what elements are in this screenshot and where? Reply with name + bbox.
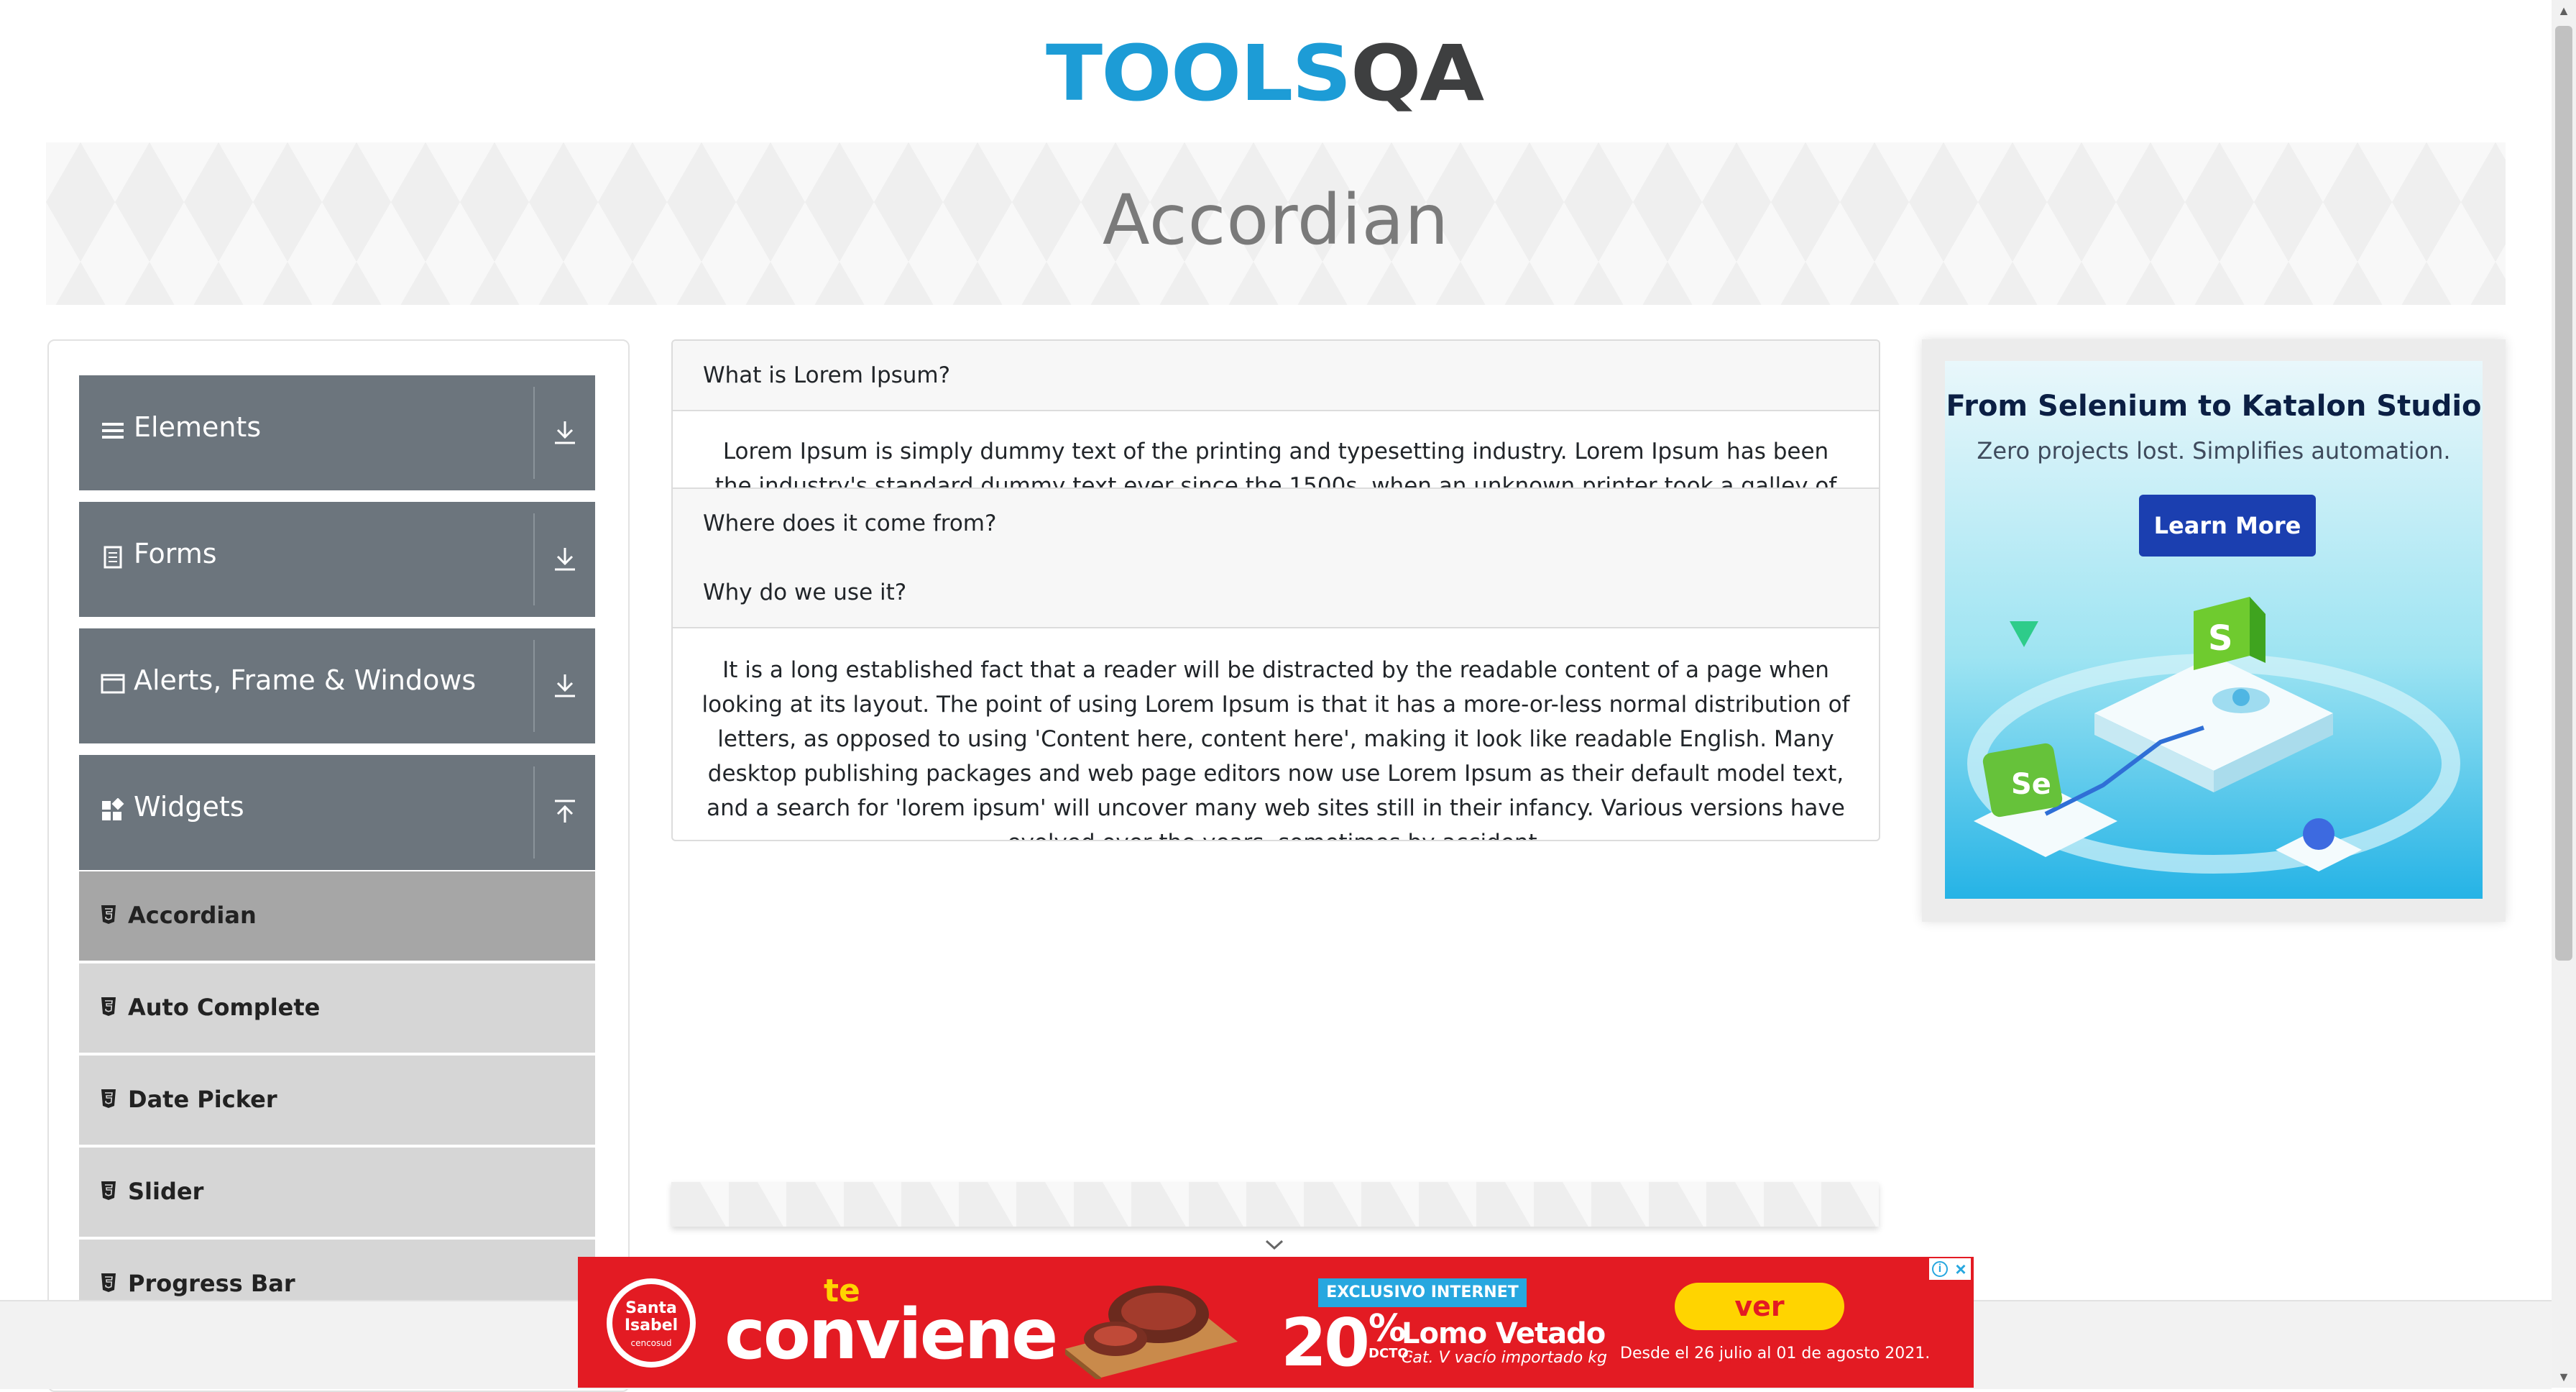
logo-text-qa: QA	[1350, 29, 1484, 119]
ad-subtitle: Zero projects lost. Simplifies automatio…	[1977, 437, 2451, 464]
adchoices[interactable]: i ×	[1929, 1258, 1971, 1280]
brand-line-1: Santa	[625, 1299, 677, 1317]
discount-percent: 20	[1281, 1304, 1370, 1381]
accordion-section-3-heading[interactable]: Why do we use it?	[673, 558, 1879, 628]
sidebar-item-label: Accordian	[128, 902, 257, 929]
accordion-heading-text: Where does it come from?	[703, 510, 997, 536]
sidebar-panel: Elements Forms Alerts, Frame & Windows W…	[47, 339, 630, 1392]
sidebar-item-label: Auto Complete	[128, 994, 321, 1021]
page-scrollbar[interactable]: ▲ ▼	[2552, 0, 2576, 1388]
sidebar-group-label: Forms	[134, 538, 217, 569]
accordion-section-3-body: It is a long established fact that a rea…	[673, 628, 1879, 840]
accordion-body-text: It is a long established fact that a rea…	[702, 657, 1850, 840]
document-icon	[104, 546, 122, 569]
sidebar-group-label: Alerts, Frame & Windows	[134, 664, 477, 696]
santa-isabel-logo-text: Santa Isabel cencosud	[612, 1284, 690, 1362]
logo-wordmark: TOOLSQA	[1046, 29, 1484, 119]
learn-more-button[interactable]: Learn More	[2139, 495, 2316, 557]
chevron-down-icon	[1265, 1240, 1284, 1250]
html5-icon	[101, 997, 116, 1016]
brand-line-3: cencosud	[630, 1338, 672, 1348]
ad-illustration: Se S	[1967, 597, 2460, 874]
scrollbar-thumb[interactable]	[2555, 26, 2572, 961]
sidebar-item-label: Progress Bar	[128, 1270, 295, 1297]
sidebar-group-label: Widgets	[134, 791, 244, 823]
accordion-section-1-heading[interactable]: What is Lorem Ipsum?	[673, 341, 1879, 411]
logo-text-tools: TOOLS	[1046, 29, 1352, 119]
exclusive-internet-badge: EXCLUSIVO INTERNET	[1318, 1278, 1527, 1307]
ver-ofertas-button[interactable]: ver ofertas	[1675, 1283, 1844, 1370]
html5-icon	[101, 1181, 116, 1200]
window-icon	[101, 674, 125, 694]
sidebar-group-elements[interactable]: Elements	[79, 375, 595, 490]
sidebar-group-label: Elements	[134, 411, 262, 443]
brand-line-2: Isabel	[624, 1317, 678, 1334]
hamburger-icon	[102, 423, 124, 439]
sidebar-item-label: Date Picker	[128, 1086, 277, 1113]
sidebar-item-label: Slider	[128, 1178, 204, 1205]
expand-button[interactable]	[535, 502, 595, 617]
svg-text:S: S	[2208, 618, 2233, 659]
toolsqa-logo[interactable]: TOOLSQA	[1046, 20, 1513, 128]
download-arrow-icon	[555, 548, 575, 571]
sidebar-item-date-picker[interactable]: Date Picker	[79, 1056, 595, 1148]
close-ad-icon[interactable]: ×	[1952, 1260, 1969, 1278]
accordion-section-1-body: Lorem Ipsum is simply dummy text of the …	[673, 411, 1879, 487]
accordion-section-2-heading[interactable]: Where does it come from?	[673, 487, 1879, 559]
sidebar-item-slider[interactable]: Slider	[79, 1148, 595, 1240]
sidebar-item-accordian[interactable]: Accordian	[79, 871, 595, 963]
santa-isabel-logo: Santa Isabel cencosud	[607, 1278, 696, 1368]
widgets-icon	[102, 798, 124, 820]
download-arrow-icon	[555, 674, 575, 697]
accordion-body-text: Lorem Ipsum is simply dummy text of the …	[714, 439, 1837, 487]
sidebar-item-auto-complete[interactable]: Auto Complete	[79, 963, 595, 1056]
html5-icon	[101, 905, 116, 924]
sidebar-group-alerts[interactable]: Alerts, Frame & Windows	[79, 628, 595, 743]
ad-title: From Selenium to Katalon Studio	[1946, 390, 2482, 423]
promo-dates: Desde el 26 julio al 01 de agosto 2021.	[1620, 1345, 1931, 1363]
download-arrow-icon	[555, 421, 575, 444]
sidebar-group-widgets[interactable]: Widgets	[79, 755, 595, 870]
ad-conviene: conviene	[724, 1294, 1058, 1375]
scroll-up-arrow-icon[interactable]: ▲	[2552, 0, 2576, 22]
adchoices-info-icon[interactable]: i	[1932, 1261, 1948, 1277]
scroll-down-arrow-icon[interactable]: ▼	[2552, 1366, 2576, 1388]
html5-icon	[101, 1273, 116, 1292]
discount-percent-sign: %	[1368, 1307, 1407, 1350]
expand-button[interactable]	[535, 375, 595, 490]
meat-image	[1065, 1286, 1238, 1379]
collapse-button[interactable]	[535, 755, 595, 870]
accordion-heading-text: Why do we use it?	[703, 580, 907, 605]
sidebar-group-forms[interactable]: Forms	[79, 502, 595, 617]
santa-isabel-ad[interactable]: Santa Isabel cencosud te conviene EXCLUS…	[578, 1257, 1974, 1388]
katalon-ad[interactable]: From Selenium to Katalon Studio Zero pro…	[1922, 339, 2506, 922]
html5-icon	[101, 1089, 116, 1108]
expand-button[interactable]	[535, 628, 595, 743]
svg-text:Se: Se	[2011, 768, 2051, 801]
selenium-badge: Se	[1982, 743, 2063, 818]
product-name: Lomo Vetado	[1402, 1317, 1606, 1350]
accordion-heading-text: What is Lorem Ipsum?	[703, 362, 951, 388]
page-title: Accordian	[1102, 180, 1450, 260]
footer-banner-strip	[671, 1182, 1879, 1227]
accordion: What is Lorem Ipsum? Lorem Ipsum is simp…	[671, 339, 1880, 841]
page-banner: Accordian	[46, 142, 2506, 305]
product-note: Cat. V vacío importado kg	[1402, 1349, 1607, 1367]
ad-content[interactable]: From Selenium to Katalon Studio Zero pro…	[1945, 361, 2483, 899]
upload-arrow-icon	[555, 800, 575, 823]
